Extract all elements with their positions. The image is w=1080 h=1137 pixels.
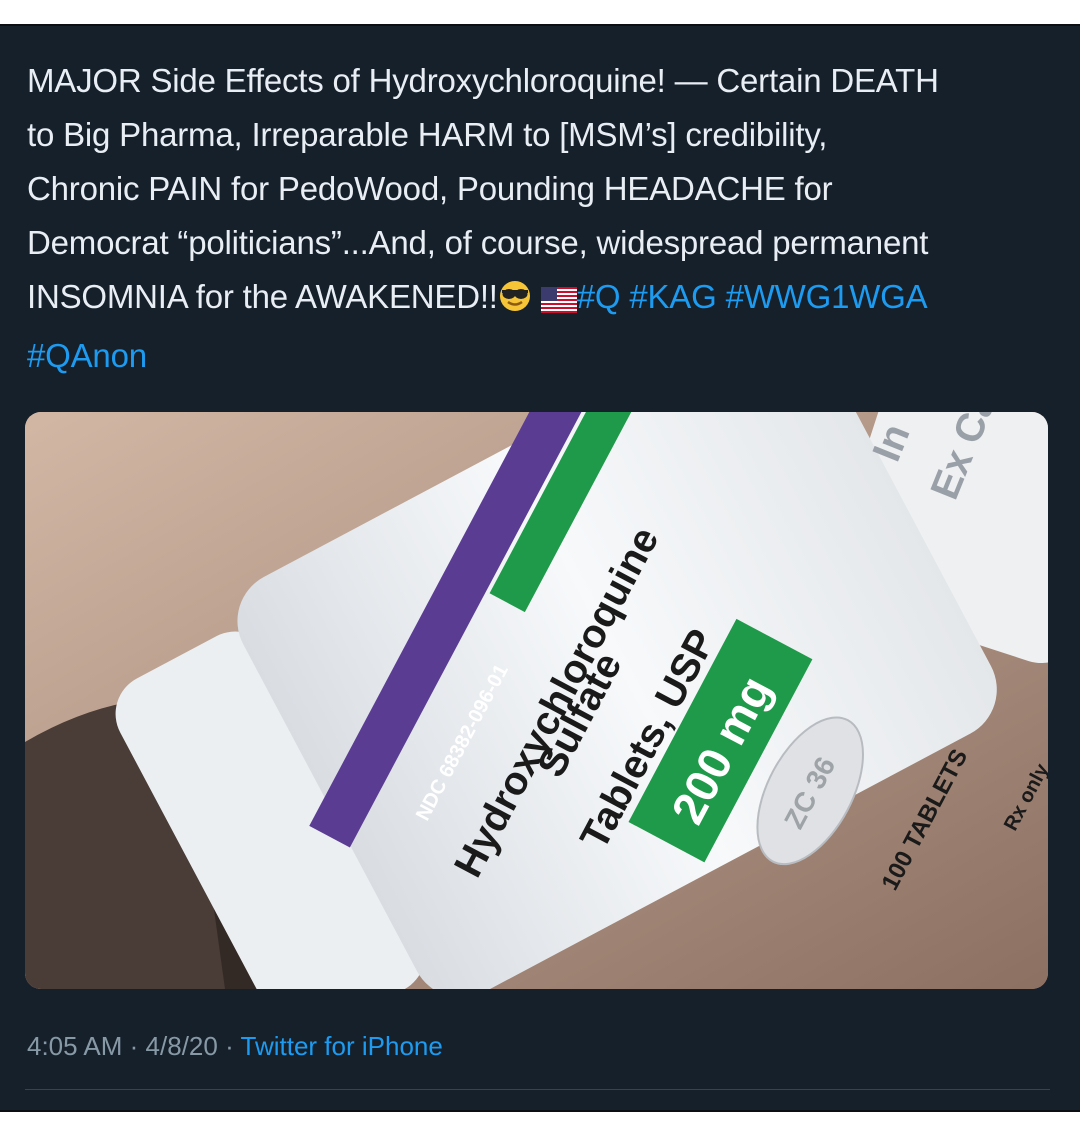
tweet-line-3: Chronic PAIN for PedoWood, Pounding HEAD…: [27, 170, 833, 207]
tweet-date[interactable]: 4/8/20: [146, 1031, 218, 1061]
tweet-card: MAJOR Side Effects of Hydroxychloroquine…: [0, 24, 1080, 1112]
tweet-line-4: Democrat “politicians”...And, of course,…: [27, 224, 929, 261]
screenshot-frame: MAJOR Side Effects of Hydroxychloroquine…: [0, 0, 1080, 1137]
tweet-line-1: MAJOR Side Effects of Hydroxychloroquine…: [27, 62, 939, 99]
hashtag-kag[interactable]: #KAG: [629, 278, 716, 315]
tweet-line-6: #QAnon: [27, 329, 1057, 383]
divider: [25, 1089, 1050, 1090]
sunglasses-face-emoji: [498, 275, 532, 329]
tweet-time[interactable]: 4:05 AM: [27, 1031, 122, 1061]
pill-bottle-photo: NDC 68382-096-01 Hydroxychloroquine Sulf…: [25, 412, 1048, 989]
hashtag-q[interactable]: #Q: [577, 278, 621, 315]
tweet-text: MAJOR Side Effects of Hydroxychloroquine…: [27, 54, 1057, 383]
tweet-meta: 4:05 AM · 4/8/20 · Twitter for iPhone: [27, 1026, 443, 1066]
tweet-line-5-text: INSOMNIA for the AWAKENED!!: [27, 278, 498, 315]
meta-separator-1: ·: [129, 1031, 139, 1061]
hashtag-wwg1wga[interactable]: #WWG1WGA: [726, 278, 928, 315]
tweet-line-5: INSOMNIA for the AWAKENED!! #Q #KAG #WWG…: [27, 270, 1057, 329]
us-flag-emoji: [540, 275, 577, 329]
tweet-line-2: to Big Pharma, Irreparable HARM to [MSM’…: [27, 116, 828, 153]
hashtag-qanon[interactable]: #QAnon: [27, 337, 147, 374]
tweet-source-link[interactable]: Twitter for iPhone: [241, 1031, 443, 1061]
tweet-media-photo[interactable]: NDC 68382-096-01 Hydroxychloroquine Sulf…: [25, 412, 1048, 989]
meta-separator-2: ·: [225, 1031, 234, 1061]
